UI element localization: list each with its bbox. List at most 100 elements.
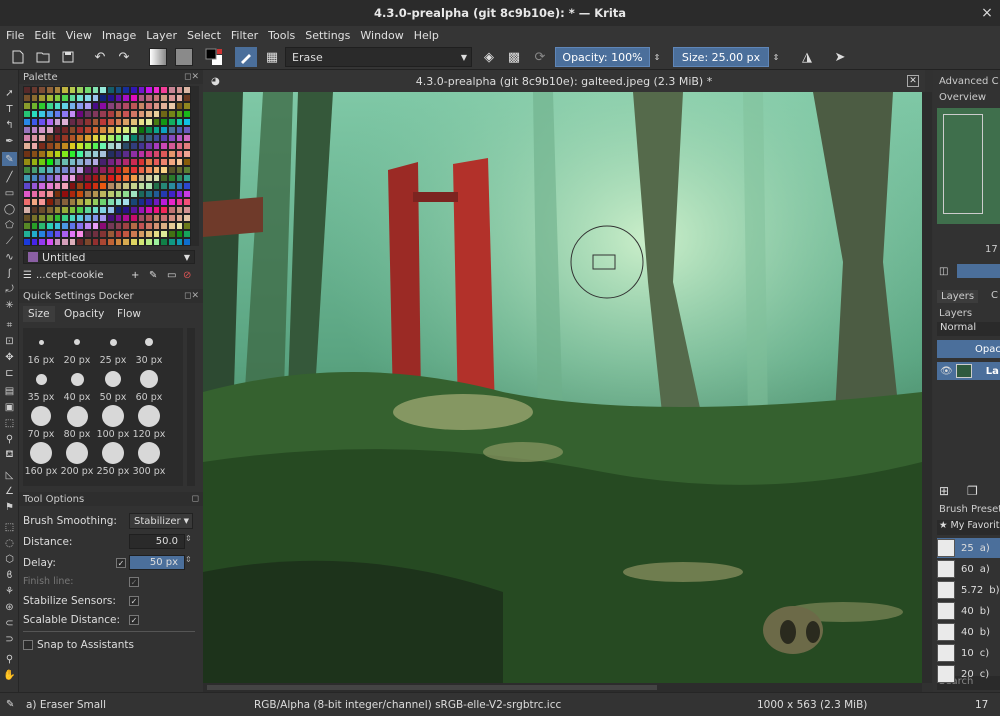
palette-swatch[interactable] [183,190,191,198]
palette-swatch[interactable] [68,190,77,198]
duplicate-layer-icon[interactable]: ❐ [967,484,978,498]
palette-swatch[interactable] [76,134,85,142]
palette-swatch[interactable] [122,118,130,126]
palette-swatch[interactable] [61,158,69,166]
palette-swatch[interactable] [61,134,69,142]
brush-size-dot[interactable] [102,405,124,427]
palette-swatch[interactable] [175,118,184,126]
tab-opacity[interactable]: Opacity [59,306,109,322]
palette-swatch[interactable] [168,198,176,206]
palette-swatch[interactable] [84,110,92,118]
palette-swatch[interactable] [99,222,107,230]
palette-swatch[interactable] [30,166,39,174]
palette-swatch[interactable] [137,214,146,222]
palette-swatch[interactable] [106,110,115,118]
palette-swatch[interactable] [114,118,123,126]
brush-size-dot[interactable] [66,405,88,427]
palette-swatch[interactable] [152,150,161,158]
palette-swatch[interactable] [137,110,146,118]
palette-swatch[interactable] [99,118,107,126]
palette-swatch[interactable] [168,166,176,174]
palette-swatch[interactable] [84,150,92,158]
edit-swatch-icon[interactable]: ✎ [149,270,157,281]
palette-swatch[interactable] [84,126,92,134]
palette-swatch[interactable] [76,182,85,190]
palette-swatch[interactable] [68,110,77,118]
palette-swatch[interactable] [160,166,169,174]
palette-swatch[interactable] [84,102,92,110]
menu-help[interactable]: Help [414,29,439,42]
docker-float-icon[interactable]: ◻ [192,494,199,504]
move-tool-icon[interactable]: ✥ [2,350,17,364]
palette-swatch[interactable] [23,166,31,174]
palette-swatch[interactable] [91,166,100,174]
palette-swatch[interactable] [76,150,85,158]
palette-swatch[interactable] [145,126,153,134]
palette-swatch[interactable] [160,110,169,118]
palette-swatch[interactable] [145,206,153,214]
palette-swatch[interactable] [53,94,62,102]
palette-swatch[interactable] [99,142,107,150]
palette-swatch[interactable] [145,238,153,246]
palette-swatch[interactable] [145,134,153,142]
menu-edit[interactable]: Edit [34,29,55,42]
palette-swatch[interactable] [145,142,153,150]
palette-swatch[interactable] [145,86,153,94]
palette-swatch[interactable] [68,142,77,150]
palette-swatch[interactable] [68,174,77,182]
brush-preset-item[interactable]: 25 a) [937,538,1000,558]
brush-settings-icon[interactable]: ▦ [262,47,282,67]
palette-swatch[interactable] [168,222,176,230]
palette-swatch[interactable] [145,94,153,102]
palette-swatch[interactable] [175,174,184,182]
palette-swatch[interactable] [137,158,146,166]
palette-swatch[interactable] [84,142,92,150]
palette-swatch[interactable] [129,182,138,190]
stabilize-sensors-checkbox[interactable]: ✓ [129,596,139,606]
palette-swatch[interactable] [91,126,100,134]
palette-swatch[interactable] [168,214,176,222]
palette-swatch[interactable] [129,142,138,150]
palette-swatch[interactable] [91,142,100,150]
gradient-swatch-icon[interactable] [147,47,169,67]
palette-swatch[interactable] [168,158,176,166]
palette-swatch[interactable] [23,182,31,190]
palette-swatch[interactable] [168,182,176,190]
palette-swatch[interactable] [30,102,39,110]
palette-swatch[interactable] [106,222,115,230]
palette-swatch[interactable] [122,166,130,174]
palette-swatch[interactable] [160,126,169,134]
palette-swatch[interactable] [145,214,153,222]
palette-swatch[interactable] [91,238,100,246]
palette-swatch[interactable] [30,142,39,150]
similar-select-icon[interactable]: ⊛ [2,600,17,614]
brush-preset-item[interactable]: 40 b) [937,622,1000,642]
window-close-button[interactable]: × [978,4,996,22]
distance-stepper-icon[interactable]: ⇕ [185,534,192,543]
palette-swatch[interactable] [152,94,161,102]
palette-swatch[interactable] [76,118,85,126]
palette-swatch[interactable] [129,102,138,110]
palette-swatch[interactable] [106,214,115,222]
palette-swatch[interactable] [183,118,191,126]
palette-swatch[interactable] [53,134,62,142]
palette-swatch[interactable] [45,94,54,102]
scalable-distance-checkbox[interactable]: ✓ [129,615,139,625]
palette-swatch[interactable] [114,238,123,246]
palette-swatch[interactable] [175,198,184,206]
multibrush-icon[interactable]: ✳ [2,298,17,312]
palette-swatch[interactable] [91,94,100,102]
measure-tool-icon[interactable]: ∠ [2,484,17,498]
palette-swatch[interactable] [45,86,54,94]
redo-icon[interactable]: ↷ [114,47,134,67]
palette-swatch[interactable] [122,198,130,206]
palette-swatch[interactable] [76,86,85,94]
palette-swatch[interactable] [45,158,54,166]
dynamic-brush-icon[interactable]: ⤾ [2,282,17,296]
tab-flow[interactable]: Flow [112,306,146,322]
palette-swatch[interactable] [45,198,54,206]
palette-swatch[interactable] [91,174,100,182]
palette-swatch[interactable] [68,166,77,174]
palette-swatch[interactable] [122,206,130,214]
palette-list-icon[interactable]: ☰ [23,270,32,281]
